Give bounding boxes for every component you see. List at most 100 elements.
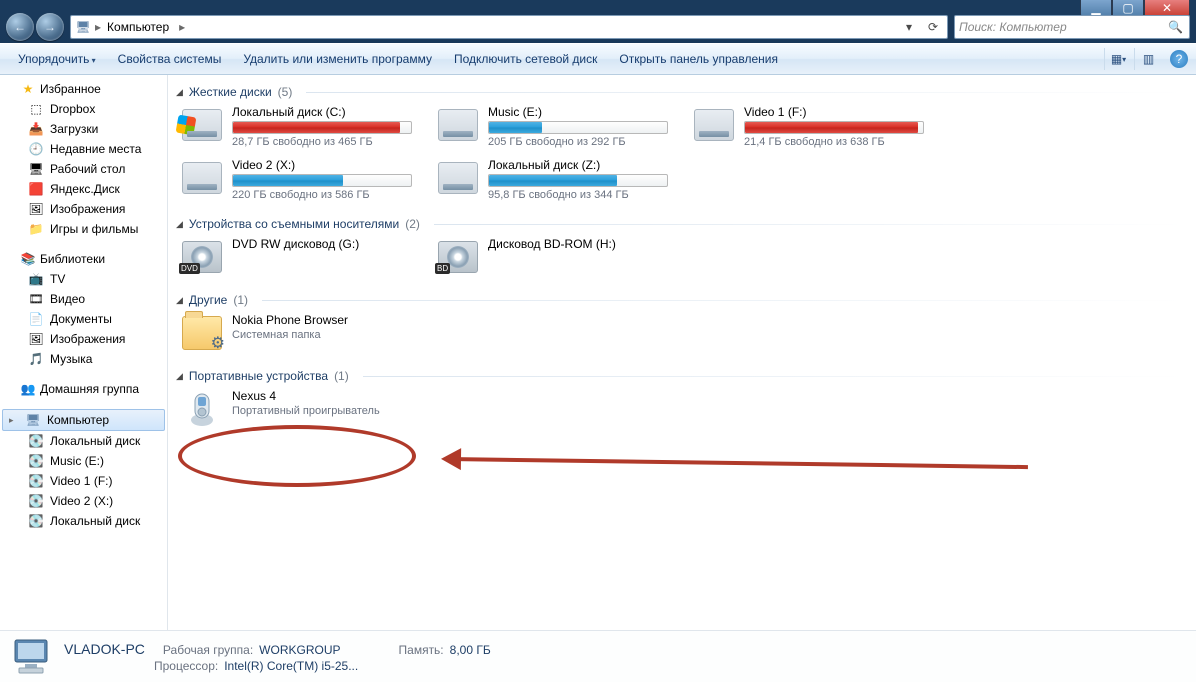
drive-tile[interactable]: Video 2 (X:) 220 ГБ свободно из 586 ГБ: [176, 154, 428, 205]
item-label: Изображения: [50, 202, 125, 216]
refresh-button[interactable]: ⟳: [923, 17, 943, 37]
item-label: Локальный диск: [50, 434, 140, 448]
favorites-item[interactable]: ⬚Dropbox: [0, 99, 167, 119]
item-icon: 🖥: [28, 161, 44, 177]
libraries-item[interactable]: 📄Документы: [0, 309, 167, 329]
favorites-item[interactable]: 🖼 Изображения: [0, 199, 167, 219]
item-icon: 💽: [28, 453, 44, 469]
chevron-down-icon: ◢: [176, 87, 183, 98]
drive-name: Music (E:): [488, 105, 680, 119]
preview-pane-button[interactable]: ▥: [1134, 48, 1162, 70]
category-harddrives[interactable]: ◢ Жесткие диски (5): [176, 83, 1184, 101]
item-icon: 🎵: [28, 351, 44, 367]
usage-bar: [488, 174, 668, 187]
computer-drive-item[interactable]: 💽Локальный диск: [0, 431, 167, 451]
drive-icon: [182, 109, 222, 141]
search-icon[interactable]: 🔍: [1168, 20, 1183, 34]
homegroup-group[interactable]: 👥Домашняя группа: [0, 379, 167, 399]
computer-drive-item[interactable]: 💽Video 1 (F:): [0, 471, 167, 491]
drive-icon: [438, 162, 478, 194]
drive-tile[interactable]: Video 1 (F:)21,4 ГБ свободно из 638 ГБ: [688, 101, 940, 152]
preview-icon: ▥: [1143, 52, 1154, 66]
address-bar[interactable]: 🖥 ▸ Компьютер ▸ ▾ ⟳: [70, 15, 948, 39]
libraries-icon: 📚: [20, 251, 36, 267]
nav-back-button[interactable]: ←: [6, 13, 34, 41]
chevron-down-icon: ◢: [176, 371, 183, 382]
command-bar: Упорядочить Свойства системы Удалить или…: [0, 43, 1196, 75]
favorites-item[interactable]: 🖥Рабочий стол: [0, 159, 167, 179]
item-icon: 📥: [28, 121, 44, 137]
organize-menu[interactable]: Упорядочить: [8, 48, 106, 70]
system-folder-tile[interactable]: ⚙Nokia Phone BrowserСистемная папка: [176, 309, 428, 357]
help-button[interactable]: ?: [1170, 50, 1188, 68]
item-label: Music (E:): [50, 454, 104, 468]
usage-bar: [232, 174, 412, 187]
annotation-ellipse: [178, 425, 416, 487]
category-portable[interactable]: ◢ Портативные устройства (1): [176, 367, 1184, 385]
view-options-button[interactable]: ▦ ▾: [1104, 48, 1132, 70]
device-name: Nexus 4: [232, 389, 424, 403]
favorites-item[interactable]: 📥 Загрузки: [0, 119, 167, 139]
folder-name: Nokia Phone Browser: [232, 313, 424, 327]
libraries-item[interactable]: 🎵 Музыка: [0, 349, 167, 369]
usage-bar: [744, 121, 924, 134]
help-icon: ?: [1176, 52, 1183, 66]
disc-icon: BD: [438, 241, 478, 273]
computer-icon: 🖥: [75, 19, 91, 35]
navigation-bar: ← → 🖥 ▸ Компьютер ▸ ▾ ⟳ Поиск: Компьютер…: [0, 10, 1196, 43]
breadcrumb-sep[interactable]: ▸: [179, 20, 185, 34]
libraries-item[interactable]: 🖼Изображения: [0, 329, 167, 349]
computer-drive-item[interactable]: 💽Локальный диск: [0, 511, 167, 531]
computer-drive-item[interactable]: 💽Video 2 (X:): [0, 491, 167, 511]
window-titlebar: ▁ ▢ ✕: [0, 0, 1196, 10]
libraries-item[interactable]: 🎞Видео: [0, 289, 167, 309]
navigation-sidebar[interactable]: ★Избранное ⬚Dropbox 📥 Загрузки 🕘Недавние ме…: [0, 75, 168, 630]
drive-name: Дисковод BD-ROM (H:): [488, 237, 680, 251]
drive-freespace: 21,4 ГБ свободно из 638 ГБ: [744, 136, 936, 148]
search-placeholder: Поиск: Компьютер: [959, 20, 1067, 34]
item-label: Видео: [50, 292, 85, 306]
item-label: Локальный диск: [50, 514, 140, 528]
item-icon: 💽: [28, 473, 44, 489]
drive-name: Video 2 (X:): [232, 158, 424, 172]
device-type: Портативный проигрыватель: [232, 405, 424, 417]
nav-forward-button[interactable]: →: [36, 13, 64, 41]
drive-tile[interactable]: Music (E:)205 ГБ свободно из 292 ГБ: [432, 101, 684, 152]
star-icon: ★: [20, 81, 36, 97]
content-pane[interactable]: ◢ Жесткие диски (5) Локальный диск (C:)2…: [168, 75, 1196, 630]
item-icon: 🕘: [28, 141, 44, 157]
item-label: Музыка: [50, 352, 92, 366]
breadcrumb-sep[interactable]: ▸: [95, 20, 101, 34]
favorites-item[interactable]: 📁Игры и фильмы: [0, 219, 167, 239]
chevron-down-icon: ◢: [176, 219, 183, 230]
item-label: Загрузки: [50, 122, 98, 136]
optical-drive-tile[interactable]: DVDDVD RW дисковод (G:): [176, 233, 428, 281]
computer-drive-item[interactable]: 💽 Music (E:): [0, 451, 167, 471]
control-panel-button[interactable]: Открыть панель управления: [609, 48, 788, 70]
libraries-item[interactable]: 📺TV: [0, 269, 167, 289]
item-icon: 🖼: [28, 201, 44, 217]
portable-device-tile[interactable]: Nexus 4 Портативный проигрыватель: [176, 385, 428, 433]
libraries-group[interactable]: 📚Библиотеки: [0, 249, 167, 269]
system-properties-button[interactable]: Свойства системы: [108, 48, 232, 70]
item-label: Игры и фильмы: [50, 222, 138, 236]
search-input[interactable]: Поиск: Компьютер 🔍: [954, 15, 1190, 39]
computer-icon: 🖥: [25, 412, 41, 428]
breadcrumb-computer[interactable]: Компьютер: [105, 20, 175, 34]
item-icon: 📺: [28, 271, 44, 287]
computer-group[interactable]: ▸🖥Компьютер: [2, 409, 165, 431]
map-network-drive-button[interactable]: Подключить сетевой диск: [444, 48, 607, 70]
address-dropdown[interactable]: ▾: [899, 17, 919, 37]
drive-icon: [694, 109, 734, 141]
uninstall-program-button[interactable]: Удалить или изменить программу: [233, 48, 442, 70]
favorites-group[interactable]: ★Избранное: [0, 79, 167, 99]
category-removable[interactable]: ◢ Устройства со съемными носителями (2): [176, 215, 1184, 233]
optical-drive-tile[interactable]: BD Дисковод BD-ROM (H:): [432, 233, 684, 281]
item-icon: 🖼: [28, 331, 44, 347]
drive-tile[interactable]: Локальный диск (Z:)95,8 ГБ свободно из 3…: [432, 154, 684, 205]
category-other[interactable]: ◢ Другие (1): [176, 291, 1184, 309]
favorites-item[interactable]: 🟥Яндекс.Диск: [0, 179, 167, 199]
drive-freespace: 220 ГБ свободно из 586 ГБ: [232, 189, 424, 201]
favorites-item[interactable]: 🕘Недавние места: [0, 139, 167, 159]
drive-tile[interactable]: Локальный диск (C:)28,7 ГБ свободно из 4…: [176, 101, 428, 152]
